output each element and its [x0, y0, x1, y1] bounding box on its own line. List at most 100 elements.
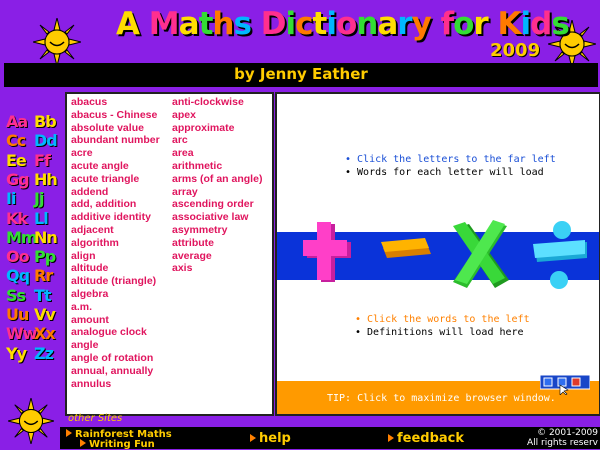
tip-text[interactable]: TIP: Click to maximize browser window. [327, 393, 556, 404]
word-link[interactable]: array [172, 186, 262, 199]
title-char: h [212, 6, 234, 42]
letter-x[interactable]: Xx [34, 324, 60, 344]
writing-fun-link[interactable]: Writing Fun [80, 439, 155, 450]
letter-c[interactable]: Cc [6, 131, 32, 151]
letter-v[interactable]: Vv [34, 305, 60, 325]
letter-z[interactable]: Zz [34, 344, 60, 364]
letter-a[interactable]: Aa [6, 112, 32, 132]
word-link[interactable]: altitude (triangle) [71, 275, 160, 288]
letter-l[interactable]: Ll [34, 209, 60, 229]
word-link[interactable]: angle of rotation [71, 352, 160, 365]
word-link[interactable]: algorithm [71, 237, 160, 250]
word-link[interactable]: axis [172, 262, 262, 275]
word-link[interactable]: area [172, 147, 262, 160]
letter-o[interactable]: Oo [6, 247, 32, 267]
letter-w[interactable]: Ww [6, 324, 37, 344]
title-char: y [411, 6, 432, 42]
word-link[interactable]: attribute [172, 237, 262, 250]
letter-q[interactable]: Qq [6, 266, 32, 286]
instruction-click-words: • Click the words to the left [355, 314, 530, 325]
title-char: r [473, 6, 488, 42]
letter-e[interactable]: Ee [6, 151, 32, 171]
word-link[interactable]: adjacent [71, 224, 160, 237]
instruction-letters: • Click the letters to the far left [345, 154, 556, 165]
letter-i[interactable]: Ii [6, 189, 32, 209]
letter-g[interactable]: Gg [6, 170, 32, 190]
word-link[interactable]: ascending order [172, 198, 262, 211]
title-char: K [497, 6, 522, 42]
word-link[interactable]: absolute value [71, 122, 160, 135]
page: A Maths Dictionary for Kids 2009 by Jenn… [0, 0, 600, 450]
letter-s[interactable]: Ss [6, 286, 32, 306]
title-char: A [116, 6, 140, 42]
word-link[interactable]: asymmetry [172, 224, 262, 237]
word-link[interactable]: angle [71, 339, 160, 352]
title-char: t [312, 6, 328, 42]
word-link[interactable]: acre [71, 147, 160, 160]
title-char [251, 6, 261, 42]
word-link[interactable]: algebra [71, 288, 160, 301]
word-link[interactable]: associative law [172, 211, 262, 224]
letter-k[interactable]: Kk [6, 209, 32, 229]
title-char: i [326, 6, 337, 42]
feedback-link[interactable]: feedback [388, 431, 464, 446]
word-link[interactable]: amount [71, 314, 160, 327]
word-link[interactable]: analogue clock [71, 326, 160, 339]
title-char: c [295, 6, 313, 42]
word-link[interactable]: acute angle [71, 160, 160, 173]
arrow-icon [250, 434, 256, 442]
divide-icon [533, 221, 587, 289]
title-char [139, 6, 149, 42]
help-link[interactable]: help [250, 431, 291, 446]
word-link[interactable]: annulus [71, 378, 160, 391]
word-link[interactable]: arc [172, 134, 262, 147]
letter-n[interactable]: Nn [34, 228, 60, 248]
letter-u[interactable]: Uu [6, 305, 32, 325]
word-link[interactable]: a.m. [71, 301, 160, 314]
letter-b[interactable]: Bb [34, 112, 60, 132]
letter-r[interactable]: Rr [34, 266, 60, 286]
word-link[interactable]: align [71, 250, 160, 263]
letter-y[interactable]: Yy [6, 344, 32, 364]
minus-icon [381, 238, 431, 258]
word-link[interactable]: add, addition [71, 198, 160, 211]
word-link[interactable]: average [172, 250, 262, 263]
letter-p[interactable]: Pp [34, 247, 60, 267]
title-char: a [178, 6, 200, 42]
word-link[interactable]: annual, annually [71, 365, 160, 378]
copyright: © 2001-2009 All rights reserv [522, 428, 598, 448]
window-icon[interactable] [540, 375, 590, 395]
word-link[interactable]: arithmetic [172, 160, 262, 173]
instruction-definitions-load: • Definitions will load here [355, 327, 524, 338]
title-char [431, 6, 441, 42]
word-link[interactable]: anti-clockwise [172, 96, 262, 109]
word-link[interactable]: approximate [172, 122, 262, 135]
letter-j[interactable]: Jj [34, 189, 60, 209]
instructions-top: • Click the letters to the far left • Wo… [345, 153, 556, 179]
word-link[interactable]: abacus - Chinese [71, 109, 160, 122]
word-link[interactable]: abundant number [71, 134, 160, 147]
plus-icon [303, 222, 351, 282]
word-link[interactable]: acute triangle [71, 173, 160, 186]
word-link[interactable]: additive identity [71, 211, 160, 224]
word-list-panel: abacus abacus - Chinese absolute value abun… [65, 92, 274, 416]
title-char: i [285, 6, 296, 42]
letter-h[interactable]: Hh [34, 170, 60, 190]
footer-bar: Rainforest Maths Writing Fun help feedba… [60, 427, 600, 450]
word-link[interactable]: apex [172, 109, 262, 122]
word-link[interactable]: altitude [71, 262, 160, 275]
letter-f[interactable]: Ff [34, 151, 60, 171]
instructions-bottom: • Click the words to the left • Definiti… [355, 313, 530, 339]
sun-icon [33, 18, 81, 66]
word-link[interactable]: arms (of an angle) [172, 173, 262, 186]
letter-m[interactable]: Mm [6, 228, 38, 248]
letter-t[interactable]: Tt [34, 286, 60, 306]
byline: by Jenny Eather [234, 65, 368, 83]
title-char: r [397, 6, 412, 42]
word-column: anti-clockwise apex approximate arc area arit… [172, 96, 262, 275]
word-link[interactable]: addend [71, 186, 160, 199]
times-icon [453, 220, 509, 288]
word-link[interactable]: abacus [71, 96, 160, 109]
letter-d[interactable]: Dd [34, 131, 60, 151]
title-char: M [148, 6, 180, 42]
